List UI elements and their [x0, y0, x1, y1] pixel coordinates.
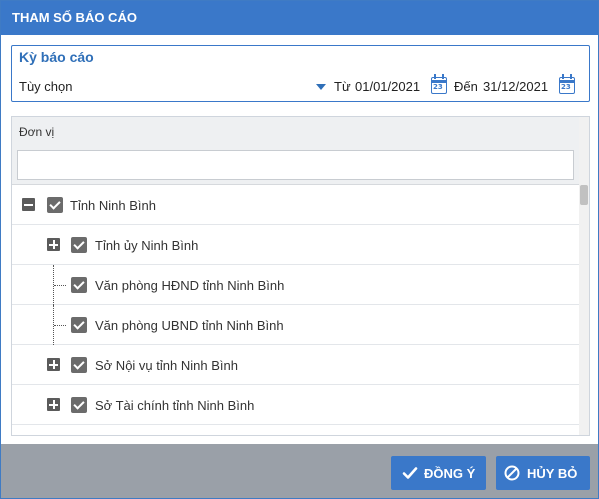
to-label: Đến: [454, 79, 478, 94]
tree-scrollbar[interactable]: [579, 117, 589, 435]
minus-box-icon[interactable]: [22, 198, 35, 211]
checkbox-checked-icon[interactable]: [71, 237, 87, 253]
tree-node[interactable]: Văn phòng UBND tỉnh Ninh Bình: [12, 305, 579, 345]
tree-connector: [54, 285, 66, 286]
tree-node[interactable]: Sở Tài chính tỉnh Ninh Bình: [12, 385, 579, 425]
scrollbar-thumb[interactable]: [580, 185, 588, 205]
report-period-title: Kỳ báo cáo: [19, 49, 94, 65]
report-params-dialog: THAM SỐ BÁO CÁO Kỳ báo cáo Tùy chọn Từ 0…: [0, 0, 599, 499]
checkbox-checked-icon[interactable]: [71, 277, 87, 293]
calendar-icon[interactable]: [559, 74, 575, 94]
tree-node-label: Tỉnh Ninh Bình: [70, 198, 156, 213]
from-label: Từ: [334, 79, 351, 94]
tree-node[interactable]: Văn phòng HĐND tỉnh Ninh Bình: [12, 265, 579, 305]
unit-tree: Tỉnh Ninh Bình Tỉnh ủy Ninh Bình Văn phò…: [12, 185, 579, 435]
caret-down-icon[interactable]: [316, 84, 326, 90]
period-option-select[interactable]: Tùy chọn: [19, 79, 72, 94]
tree-node-label: Văn phòng HĐND tỉnh Ninh Bình: [95, 278, 285, 293]
unit-search-input[interactable]: [17, 150, 574, 180]
tree-node-label: Sở Nội vụ tỉnh Ninh Bình: [95, 358, 238, 373]
cancel-button-label: HỦY BỎ: [527, 466, 578, 481]
check-icon: [402, 467, 418, 479]
tree-node-label: Tỉnh ủy Ninh Bình: [95, 238, 199, 253]
ban-icon: [504, 465, 520, 481]
to-date-input[interactable]: 31/12/2021: [483, 79, 548, 94]
unit-panel: Đơn vị Tỉnh Ninh Bình Tỉnh ủy Ninh Bình: [11, 116, 590, 436]
cancel-button[interactable]: HỦY BỎ: [496, 456, 590, 490]
plus-box-icon[interactable]: [47, 358, 60, 371]
ok-button[interactable]: ĐỒNG Ý: [391, 456, 486, 490]
tree-connector: [54, 325, 66, 326]
dialog-title: THAM SỐ BÁO CÁO: [1, 1, 598, 35]
checkbox-checked-icon[interactable]: [71, 317, 87, 333]
tree-node-label: Văn phòng UBND tỉnh Ninh Bình: [95, 318, 284, 333]
from-date-input[interactable]: 01/01/2021: [355, 79, 420, 94]
tree-node[interactable]: Tỉnh Ninh Bình: [12, 185, 579, 225]
ok-button-label: ĐỒNG Ý: [424, 466, 476, 481]
dialog-footer: ĐỒNG Ý HỦY BỎ: [1, 444, 598, 498]
tree-node-label: Sở Tài chính tỉnh Ninh Bình: [95, 398, 255, 413]
calendar-icon[interactable]: [431, 74, 447, 94]
plus-box-icon[interactable]: [47, 398, 60, 411]
checkbox-checked-icon[interactable]: [47, 197, 63, 213]
unit-header: Đơn vị: [12, 117, 589, 185]
unit-header-label: Đơn vị: [19, 125, 55, 139]
checkbox-checked-icon[interactable]: [71, 397, 87, 413]
plus-box-icon[interactable]: [47, 238, 60, 251]
tree-node[interactable]: Tỉnh ủy Ninh Bình: [12, 225, 579, 265]
tree-node[interactable]: Sở Nội vụ tỉnh Ninh Bình: [12, 345, 579, 385]
report-period-group: Kỳ báo cáo Tùy chọn Từ 01/01/2021 Đến 31…: [11, 45, 590, 102]
checkbox-checked-icon[interactable]: [71, 357, 87, 373]
